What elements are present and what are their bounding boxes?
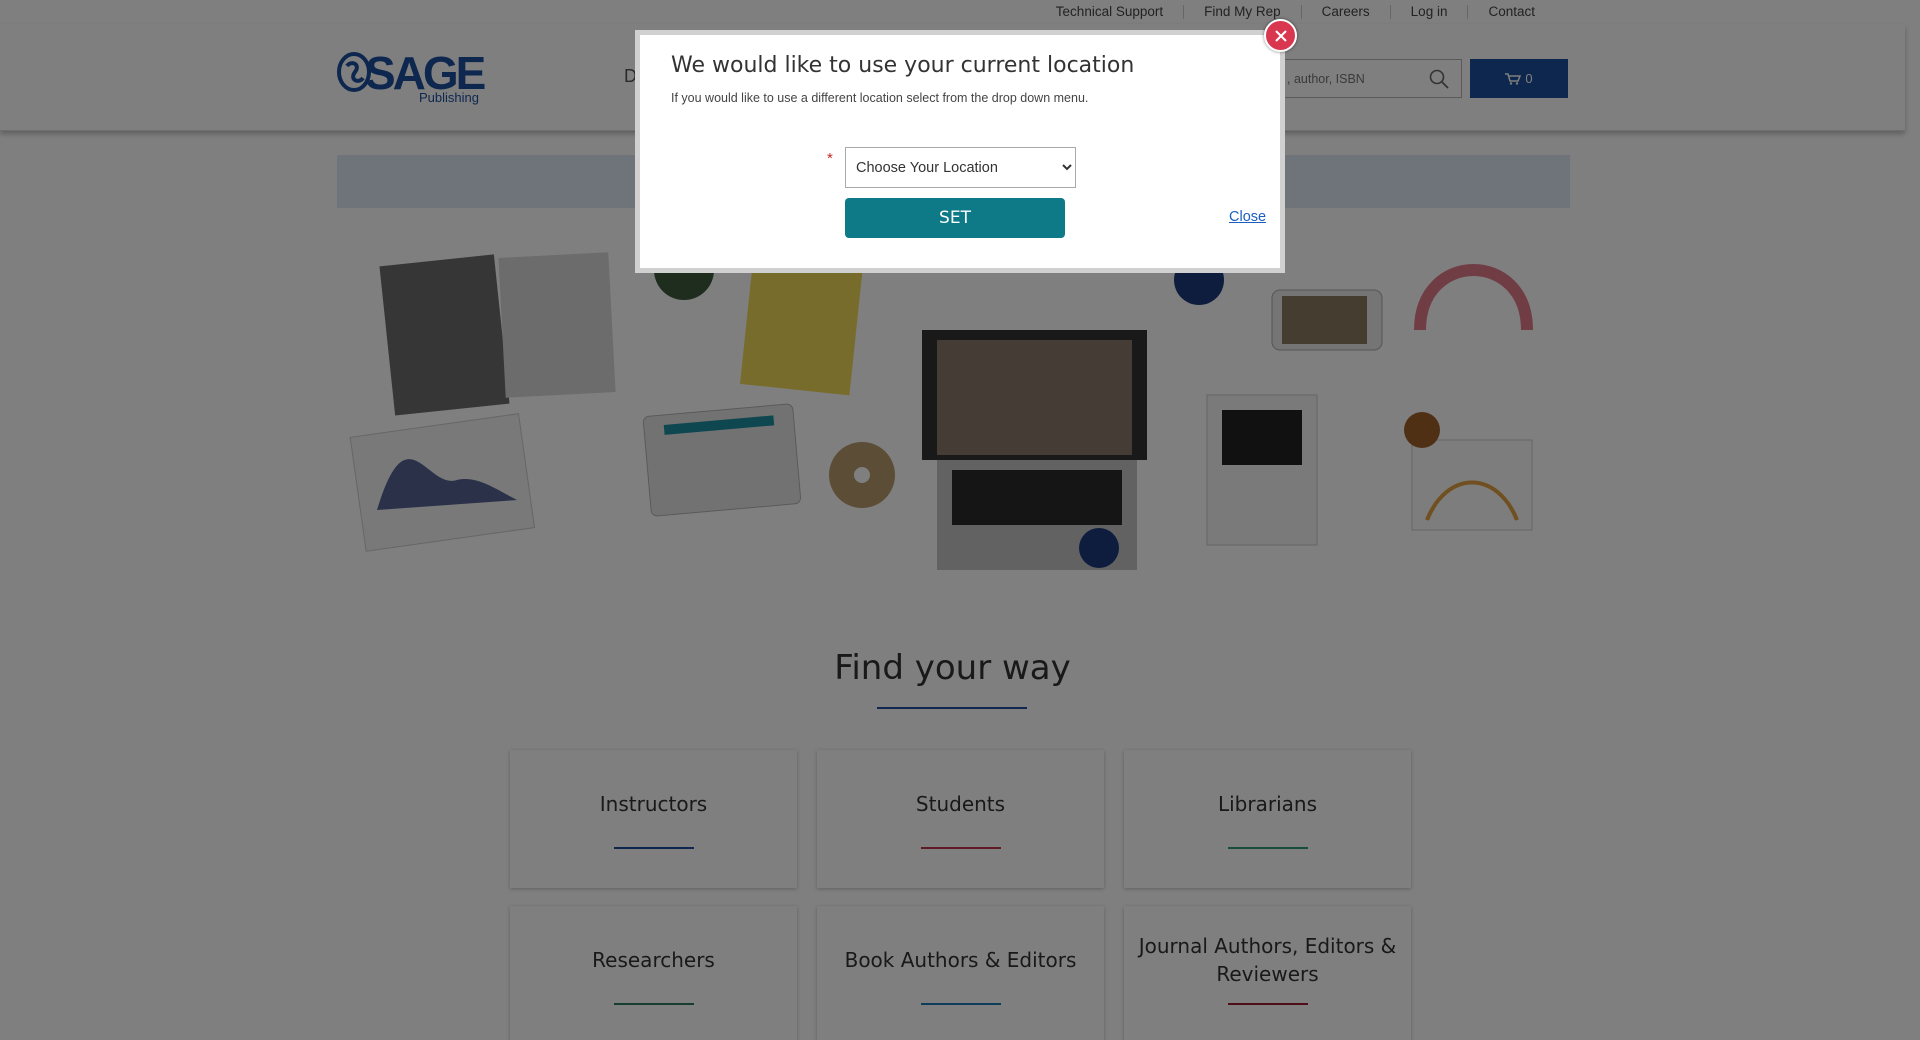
location-modal: We would like to use your current locati… bbox=[635, 30, 1285, 273]
close-icon-glyph bbox=[1274, 29, 1287, 42]
location-select[interactable]: Choose Your Location bbox=[845, 147, 1076, 188]
set-button[interactable]: SET bbox=[845, 198, 1065, 238]
modal-title: We would like to use your current locati… bbox=[671, 53, 1135, 78]
close-link[interactable]: Close bbox=[1229, 209, 1266, 225]
required-marker: * bbox=[827, 150, 833, 167]
close-icon[interactable] bbox=[1264, 19, 1297, 52]
modal-subtitle: If you would like to use a different loc… bbox=[671, 91, 1089, 105]
